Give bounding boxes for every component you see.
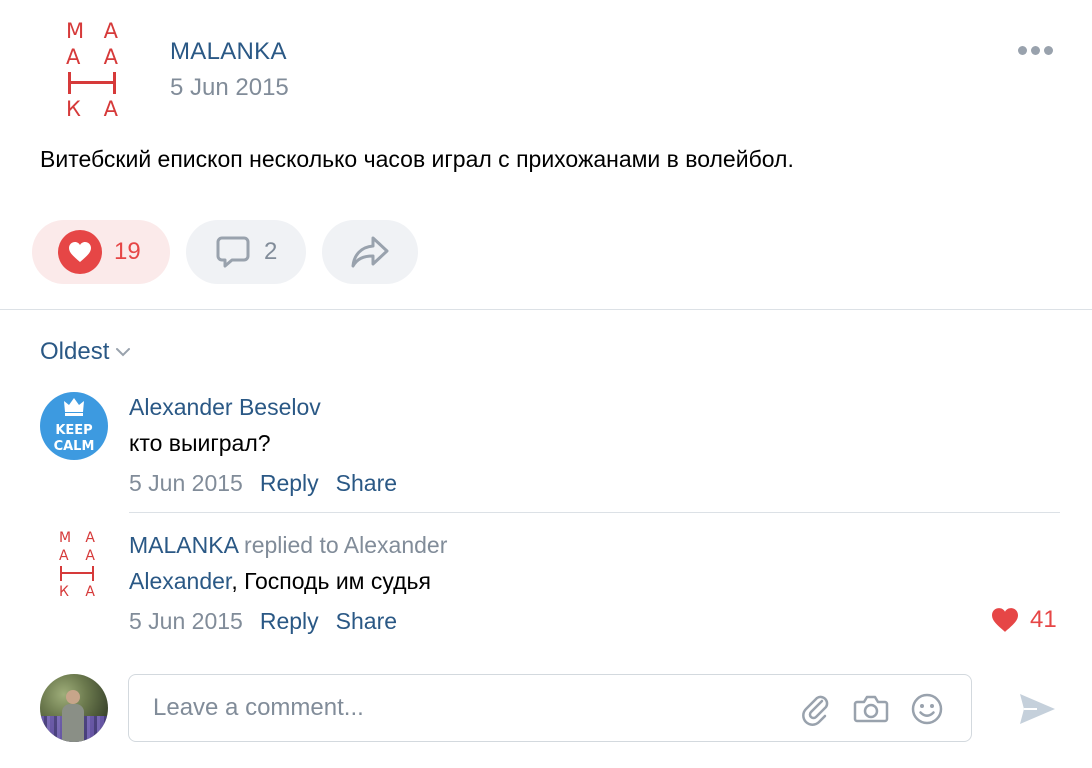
logo-letter: А — [103, 45, 118, 69]
like-count: 19 — [114, 238, 141, 265]
post-text: Витебский епископ несколько часов играл … — [40, 146, 794, 172]
share-link[interactable]: Share — [336, 608, 397, 635]
more-options-icon[interactable] — [1018, 46, 1058, 60]
logo-letter: А — [66, 45, 81, 69]
logo-bar — [60, 566, 94, 581]
emoji-icon[interactable] — [907, 689, 947, 729]
comment-icon — [214, 233, 252, 271]
sort-label: Oldest — [40, 338, 110, 365]
divider — [129, 512, 1060, 513]
logo-letter: А — [85, 530, 95, 546]
logo-letter: А — [103, 19, 118, 43]
comment-header: MALANKA replied to Alexander — [129, 532, 447, 559]
share-button[interactable] — [322, 220, 418, 284]
like-button[interactable]: 19 — [32, 220, 170, 284]
sort-dropdown[interactable]: Oldest — [40, 338, 131, 366]
logo-letter: А — [85, 548, 95, 564]
avatar-text: KEEP — [55, 423, 93, 438]
community-logo[interactable]: МА АА КА — [60, 20, 124, 120]
logo-letter: К — [59, 584, 69, 600]
comment-count: 2 — [264, 238, 278, 265]
comment-box — [128, 674, 972, 742]
logo-letter: А — [103, 97, 118, 121]
logo-letter: К — [66, 97, 81, 121]
chevron-down-icon — [116, 348, 131, 357]
reply-link[interactable]: Reply — [260, 608, 319, 635]
comment-like-button[interactable]: 41 — [990, 606, 1057, 634]
comment-date[interactable]: 5 Jun 2015 — [129, 470, 243, 497]
share-icon — [349, 234, 391, 270]
comment-meta: 5 Jun 2015 Reply Share — [129, 608, 397, 635]
mention-link[interactable]: Alexander — [129, 568, 231, 594]
avatar-photo-detail — [66, 690, 80, 704]
avatar-photo-detail — [62, 704, 84, 742]
current-user-avatar[interactable] — [40, 674, 108, 742]
crown-icon — [64, 398, 84, 416]
comment-text: кто выиграл? — [129, 430, 271, 456]
comment-author[interactable]: Alexander Beselov — [129, 394, 321, 421]
attach-icon[interactable] — [795, 689, 835, 729]
heart-icon — [58, 230, 102, 274]
replied-to-label[interactable]: replied to Alexander — [244, 532, 447, 558]
comment-date[interactable]: 5 Jun 2015 — [129, 608, 243, 635]
send-icon[interactable] — [1012, 684, 1062, 734]
post-author[interactable]: MALANKA — [170, 38, 287, 66]
comment-text: , Господь им судья — [231, 568, 431, 594]
logo-bar — [68, 72, 116, 94]
heart-icon — [992, 608, 1018, 632]
logo-letter: А — [85, 584, 95, 600]
comment-author[interactable]: MALANKA — [129, 532, 238, 558]
comment-button[interactable]: 2 — [186, 220, 306, 284]
comment-text-row: Alexander, Господь им судья — [129, 568, 431, 595]
logo-letter: М — [59, 530, 72, 546]
avatar[interactable]: KEEP CALM — [40, 392, 108, 460]
reply-link[interactable]: Reply — [260, 470, 319, 497]
logo-letter: А — [59, 548, 69, 564]
comment-meta: 5 Jun 2015 Reply Share — [129, 470, 397, 497]
logo-letter: М — [66, 19, 85, 43]
divider — [0, 309, 1092, 310]
avatar[interactable]: МА АА КА — [54, 530, 100, 600]
share-link[interactable]: Share — [336, 470, 397, 497]
avatar-text: CALM — [53, 439, 95, 454]
comment-like-count: 41 — [1030, 606, 1057, 633]
comment-input[interactable] — [153, 675, 793, 741]
camera-icon[interactable] — [851, 689, 891, 729]
post-date[interactable]: 5 Jun 2015 — [170, 74, 289, 102]
